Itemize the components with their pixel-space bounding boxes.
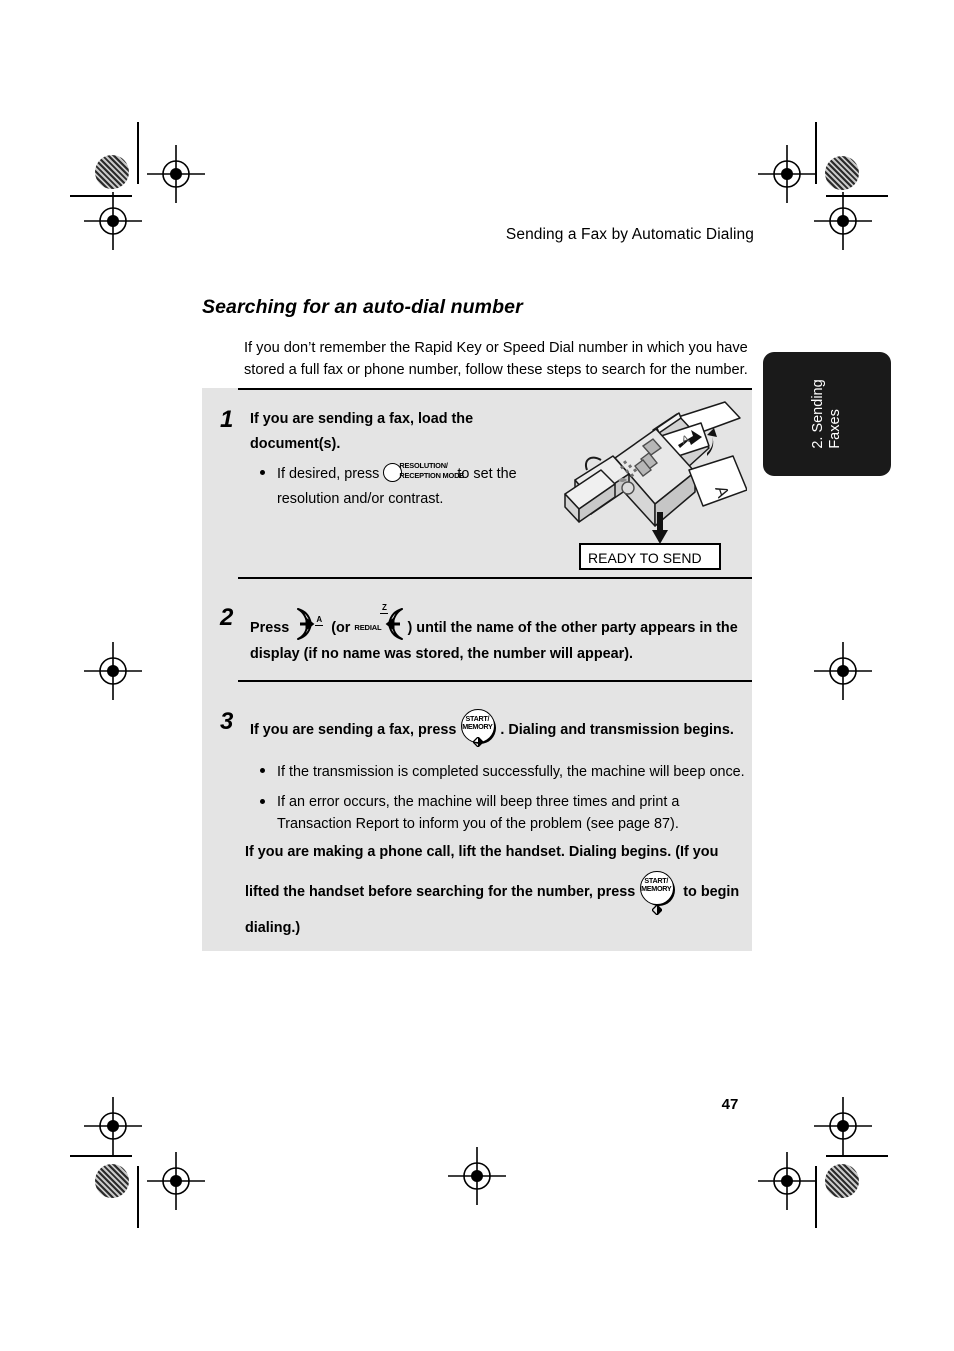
- fax-display-callout: READY TO SEND: [579, 543, 721, 570]
- registration-mark-top-right-b: [812, 190, 874, 252]
- crop-line-top-left-vertical: [137, 122, 139, 184]
- rosette-mark-top-right: [825, 156, 859, 190]
- up-arrow-underbar: [315, 625, 324, 627]
- redial-key-label: REDIAL: [354, 623, 382, 632]
- start-diamond-icon: [472, 731, 485, 748]
- step-1-bullet-text: If desired, press RESOLUTION/ RECEPTION …: [277, 461, 550, 512]
- down-arrow-letter-text: Z: [382, 603, 387, 612]
- intro-paragraph: If you don’t remember the Rapid Key or S…: [244, 340, 748, 378]
- rosette-mark-bottom-left: [95, 1164, 129, 1198]
- resolution-reception-mode-key[interactable]: RESOLUTION/ RECEPTION MODE: [383, 461, 464, 482]
- registration-mark-bottom-right-a: [812, 1095, 874, 1157]
- resolution-key-label-line1: RESOLUTION/: [399, 461, 448, 470]
- step-3-lead-line: If you are sending a fax, press START/ M…: [250, 708, 752, 748]
- step-rule-top: [238, 388, 752, 390]
- chapter-thumb-tab-line1: 2. Sending: [810, 379, 826, 449]
- step-1-bullet-pre: If desired, press: [277, 466, 380, 482]
- running-header: Sending a Fax by Automatic Dialing: [505, 226, 754, 243]
- bullet-dot-icon: [260, 768, 265, 773]
- registration-mark-bottom-left-b: [145, 1150, 207, 1212]
- step-2-number: 2: [220, 604, 234, 631]
- up-arrow-key-letter: A: [313, 615, 325, 627]
- up-arrow-letter-text: A: [316, 615, 323, 624]
- page-number: 47: [721, 1096, 739, 1113]
- start-memory-key-line2: MEMORY: [462, 722, 493, 731]
- fax-machine-illustration: A A: [557, 396, 748, 551]
- step-2-or-label: (or: [331, 620, 351, 636]
- start-memory-key[interactable]: START/ MEMORY: [639, 870, 679, 916]
- step-3-number: 3: [220, 708, 234, 735]
- step-3-bullet-2-text: If an error occurs, the machine will bee…: [277, 794, 680, 832]
- procedure-panel: 1 If you are sending a fax, load the doc…: [202, 388, 752, 951]
- step-3-lead-text: If you are sending a fax, press: [250, 722, 457, 738]
- rosette-mark-top-left: [95, 155, 129, 189]
- down-arrow-key[interactable]: Z: [378, 603, 407, 642]
- registration-mark-bottom-left-a: [82, 1095, 144, 1157]
- step-3-bullet-1: If the transmission is completed success…: [260, 760, 750, 785]
- step-1-bullet: If desired, press RESOLUTION/ RECEPTION …: [260, 461, 550, 512]
- up-arrow-key[interactable]: A: [293, 606, 327, 642]
- step-3-bullet-1-text: If the transmission is completed success…: [277, 764, 745, 780]
- step-1-title: If you are sending a fax, load the docum…: [250, 411, 474, 452]
- bullet-dot-icon: [260, 470, 265, 475]
- registration-mark-bottom-right-b: [756, 1150, 818, 1212]
- step-rule-2-3: [238, 680, 752, 682]
- step-3-after-key: . Dialing and transmission begins.: [500, 722, 734, 738]
- resolution-key-label-line2: RECEPTION MODE: [399, 471, 464, 480]
- down-arrow-key-letter: Z: [378, 603, 390, 615]
- start-memory-key[interactable]: START/ MEMORY: [460, 708, 500, 748]
- chapter-thumb-tab: 2. Sending Faxes: [763, 352, 891, 476]
- step-2-body: Press A (or REDIAL Z ) until the name of…: [250, 603, 752, 667]
- registration-mark-top-right-a: [756, 143, 818, 205]
- registration-mark-mid-left: [82, 640, 144, 702]
- step-3-bullet-2: If an error occurs, the machine will bee…: [260, 791, 750, 835]
- registration-mark-top-left-a: [145, 143, 207, 205]
- step-rule-1-2: [238, 577, 752, 579]
- rosette-mark-bottom-right: [825, 1164, 859, 1198]
- chapter-thumb-tab-text: 2. Sending Faxes: [810, 379, 844, 448]
- chapter-thumb-tab-line2: Faxes: [827, 409, 843, 449]
- step-1-number: 1: [220, 406, 234, 433]
- start-memory-key-line2: MEMORY: [641, 884, 672, 893]
- resolution-key-label: RESOLUTION/ RECEPTION MODE: [399, 461, 464, 481]
- start-diamond-icon: [651, 893, 664, 916]
- page-title: Searching for an auto-dial number: [202, 296, 523, 318]
- crop-line-bottom-left-vertical: [137, 1166, 139, 1228]
- bullet-dot-icon: [260, 799, 265, 804]
- down-arrow-underbar: [380, 613, 389, 615]
- registration-mark-mid-right: [812, 640, 874, 702]
- registration-mark-bottom-center: [446, 1145, 508, 1207]
- step-2-press-label: Press: [250, 620, 290, 636]
- step-3-note: If you are making a phone call, lift the…: [245, 834, 745, 946]
